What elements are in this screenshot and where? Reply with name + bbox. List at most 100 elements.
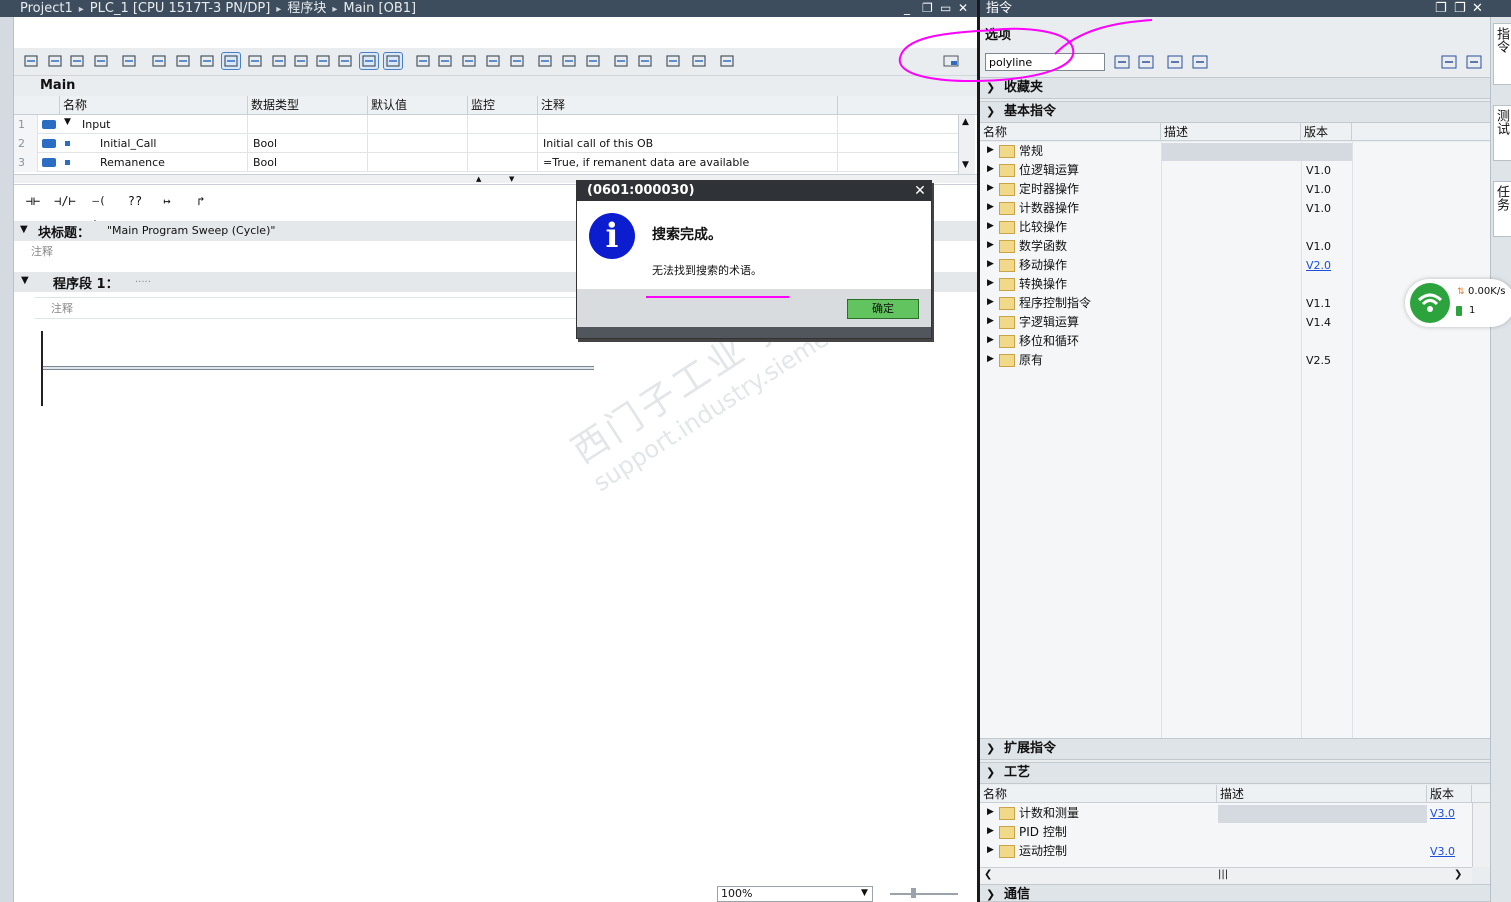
- expand-arrow-icon[interactable]: ▶: [987, 183, 994, 193]
- table-row[interactable]: 3 Remanence Bool =True, if remanent data…: [14, 153, 958, 172]
- sort-icon[interactable]: [560, 53, 578, 69]
- side-tab-tasks[interactable]: 任务: [1493, 181, 1511, 237]
- symbol-icon[interactable]: [292, 53, 310, 69]
- technology-section[interactable]: ❯ 工艺: [980, 762, 1490, 784]
- col-description[interactable]: 描述: [1161, 123, 1301, 141]
- close-icon[interactable]: ✕: [912, 183, 928, 199]
- scroll-up-icon[interactable]: ▲: [962, 117, 969, 127]
- col-monitor[interactable]: 监控: [468, 96, 538, 115]
- delete-network-icon[interactable]: [46, 53, 64, 69]
- row-comment[interactable]: Initial call of this OB: [538, 134, 838, 153]
- list-item[interactable]: ▶ 比较操作: [980, 218, 1490, 237]
- interface-scrollbar[interactable]: ▲ ▼: [958, 115, 975, 174]
- find-icon[interactable]: [664, 53, 682, 69]
- block-props-icon[interactable]: [120, 53, 138, 69]
- favorites-icon[interactable]: [246, 53, 264, 69]
- list-item[interactable]: ▶ 常规: [980, 142, 1490, 161]
- expand-arrow-icon[interactable]: ▶: [987, 316, 994, 326]
- list-item[interactable]: ▶ 计数器操作 V1.0: [980, 199, 1490, 218]
- list-item[interactable]: ▶ 原有 V2.5: [980, 351, 1490, 370]
- row-name[interactable]: Initial_Call: [80, 134, 248, 153]
- instruction-version[interactable]: V3.0: [1430, 842, 1455, 861]
- ladder-rung[interactable]: [43, 366, 594, 370]
- show-list-icon[interactable]: [150, 53, 168, 69]
- row-type[interactable]: Bool: [248, 153, 368, 172]
- splitter-down-icon[interactable]: ▼: [509, 175, 514, 183]
- collapse-arrow-icon[interactable]: ▼: [20, 224, 28, 235]
- search-up-icon[interactable]: [1137, 54, 1155, 70]
- instruction-version[interactable]: V2.0: [1306, 256, 1331, 275]
- row-type[interactable]: Bool: [248, 134, 368, 153]
- network-comment[interactable]: 注释: [35, 297, 580, 319]
- expand-arrow-icon[interactable]: ▶: [987, 354, 994, 364]
- network-comment-icon[interactable]: [359, 52, 379, 70]
- restore-icon[interactable]: ❐: [922, 0, 933, 17]
- table-row[interactable]: 2 Initial_Call Bool Initial call of this…: [14, 134, 958, 153]
- breadcrumb-project[interactable]: Project1: [20, 1, 73, 16]
- expand-arrow-icon[interactable]: ▶: [987, 335, 994, 345]
- basic-instructions-section[interactable]: ❯ 基本指令: [980, 101, 1490, 123]
- display-icon[interactable]: [198, 53, 216, 69]
- scroll-left-icon[interactable]: ❮: [984, 869, 992, 880]
- expand-arrow-icon[interactable]: ▶: [987, 278, 994, 288]
- col-data-type[interactable]: 数据类型: [248, 96, 368, 115]
- options-settings-icon[interactable]: [1166, 54, 1184, 70]
- block-title-value[interactable]: "Main Program Sweep (Cycle)": [107, 224, 275, 237]
- monitor-off-icon[interactable]: [436, 53, 454, 69]
- expand-arrow-icon[interactable]: ▶: [987, 845, 994, 855]
- chevron-right-icon[interactable]: ❯: [986, 78, 995, 98]
- expand-arrow-icon[interactable]: ▶: [987, 807, 994, 817]
- list-item[interactable]: ▶ 移动操作 V2.0: [980, 256, 1490, 275]
- instruction-update-icon[interactable]: [1191, 54, 1209, 70]
- scroll-thumb-grip-icon[interactable]: |||: [1218, 869, 1228, 880]
- monitor-icon[interactable]: [414, 53, 432, 69]
- minimize-icon[interactable]: _: [904, 0, 910, 17]
- expand-arrow-icon[interactable]: ▶: [987, 259, 994, 269]
- snapshot-icon[interactable]: [484, 53, 502, 69]
- list-item[interactable]: ▶ 运动控制 V3.0: [980, 842, 1472, 861]
- communication-section[interactable]: ❯ 通信: [980, 884, 1490, 902]
- restore-icon[interactable]: ❐: [1435, 0, 1447, 17]
- download-icon[interactable]: [508, 53, 526, 69]
- table-row[interactable]: 1 ▼ Input: [14, 115, 958, 134]
- close-branch-button[interactable]: ↱: [186, 189, 216, 213]
- instruction-version[interactable]: V3.0: [1430, 804, 1455, 823]
- absolute-icon[interactable]: [270, 53, 288, 69]
- col-name[interactable]: 名称: [60, 96, 248, 115]
- chevron-down-icon[interactable]: ❯: [986, 102, 995, 122]
- expand-arrow-icon[interactable]: ▶: [987, 164, 994, 174]
- network-speed-widget[interactable]: ⇅ 0.00K/s 1: [1405, 279, 1511, 327]
- database-icon[interactable]: [718, 53, 736, 69]
- replace-icon[interactable]: [690, 53, 708, 69]
- list-item[interactable]: ▶ 数学函数 V1.0: [980, 237, 1490, 256]
- chevron-right-icon[interactable]: ❯: [986, 885, 995, 902]
- scroll-right-icon[interactable]: ❯: [1454, 869, 1462, 880]
- back-icon[interactable]: [612, 53, 630, 69]
- jump-icon[interactable]: [536, 53, 554, 69]
- goto-icon[interactable]: [383, 52, 403, 70]
- expand-arrow-icon[interactable]: ▶: [987, 240, 994, 250]
- add-row-icon[interactable]: [92, 53, 110, 69]
- tech-scrollbar[interactable]: [1472, 803, 1490, 867]
- scroll-down-icon[interactable]: ▼: [962, 160, 969, 170]
- restore-icon[interactable]: ❐: [1454, 0, 1466, 17]
- close-icon[interactable]: ✕: [1472, 0, 1483, 17]
- insert-row-icon[interactable]: [68, 53, 86, 69]
- instruction-search-input[interactable]: [985, 53, 1105, 71]
- list-item[interactable]: ▶ 定时器操作 V1.0: [980, 180, 1490, 199]
- row-type[interactable]: [248, 115, 368, 134]
- expand-arrow-icon[interactable]: ▶: [987, 826, 994, 836]
- expand-arrow-icon[interactable]: ▼: [64, 117, 71, 127]
- panel-toggle-icon[interactable]: [942, 53, 960, 69]
- row-comment[interactable]: =True, if remanent data are available: [538, 153, 838, 172]
- empty-box-button[interactable]: ??: [120, 189, 150, 213]
- row-default[interactable]: [368, 134, 468, 153]
- row-default[interactable]: [368, 153, 468, 172]
- operand-icon[interactable]: [336, 53, 354, 69]
- coil-button[interactable]: –( )–: [84, 189, 114, 231]
- col-version[interactable]: 版本: [1427, 785, 1472, 803]
- breadcrumb-plc[interactable]: PLC_1 [CPU 1517T-3 PN/DP]: [90, 1, 271, 16]
- no-contact-button[interactable]: ⊣⊢: [18, 189, 48, 213]
- tech-hscrollbar[interactable]: ❮ ||| ❯: [980, 867, 1472, 884]
- splitter-up-icon[interactable]: ▲: [476, 175, 481, 183]
